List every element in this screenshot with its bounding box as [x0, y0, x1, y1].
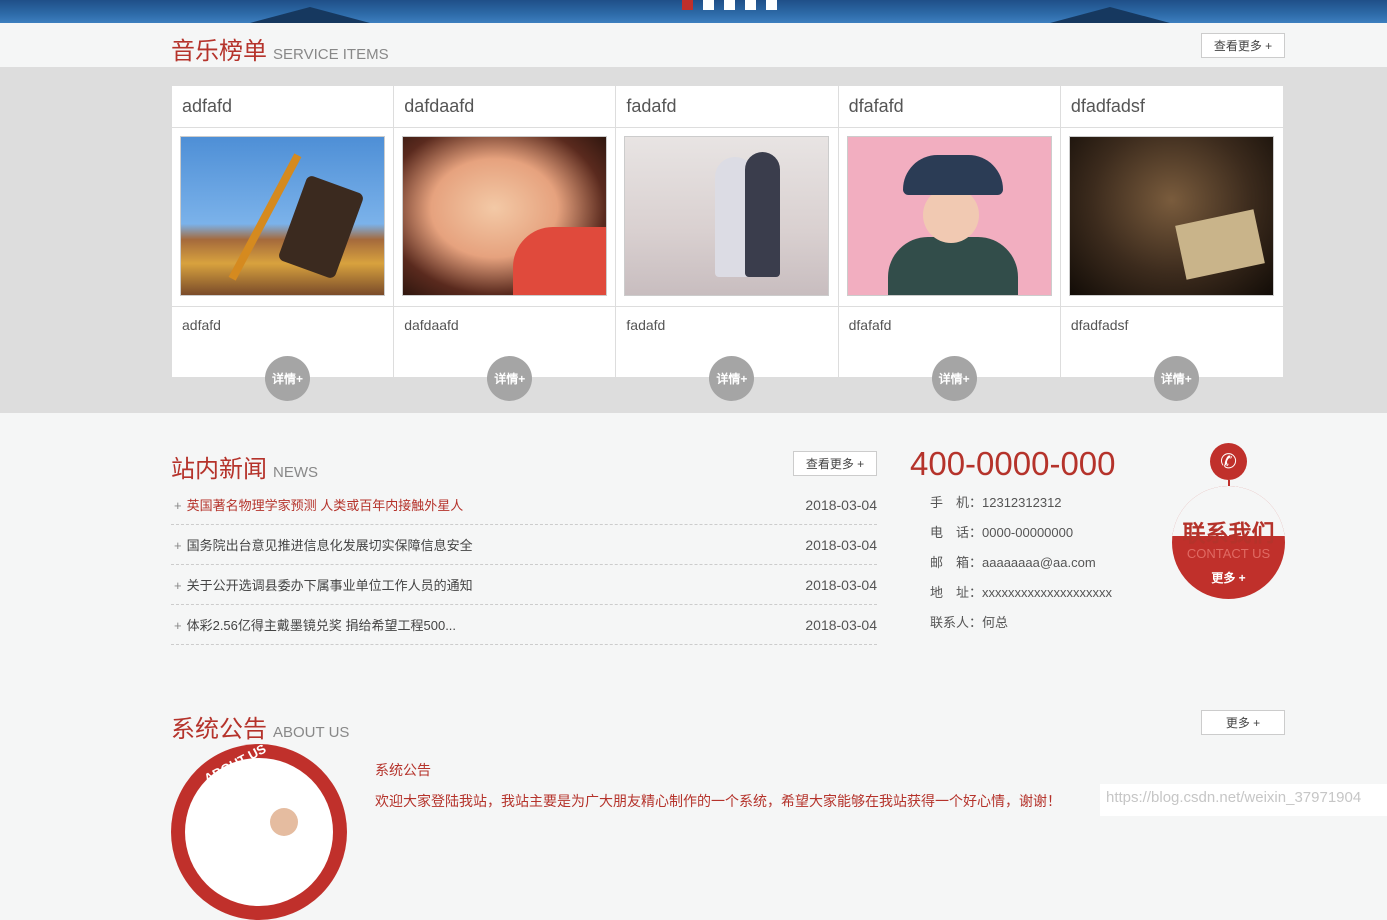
news-item[interactable]: + 体彩2.56亿得主戴墨镜兑奖 捐给希望工程500... 2018-03-04 — [171, 605, 877, 645]
slider-dot[interactable] — [724, 0, 735, 10]
news-item[interactable]: + 英国著名物理学家预测 人类或百年内接触外星人 2018-03-04 — [171, 485, 877, 525]
slider-dot[interactable] — [766, 0, 777, 10]
slider-dot[interactable] — [745, 0, 756, 10]
news-title: 站内新闻 — [171, 456, 267, 483]
music-card[interactable]: dfadfadsf dfadfadsf 详情+ — [1060, 86, 1284, 401]
contact-person: 联系人：何总 — [930, 615, 1009, 630]
divider — [838, 306, 1060, 307]
detail-button[interactable]: 详情+ — [931, 356, 977, 401]
music-card-title[interactable]: adfafd — [172, 86, 394, 128]
music-card-name[interactable]: dfafafd — [849, 317, 892, 333]
news-item[interactable]: + 国务院出台意见推进信息化发展切实保障信息安全 2018-03-04 — [171, 525, 877, 565]
music-subtitle: SERVICE ITEMS — [273, 46, 389, 63]
music-card-title[interactable]: dfafafd — [838, 86, 1060, 128]
detail-button[interactable]: 详情+ — [487, 356, 533, 401]
contact-address: 地 址：xxxxxxxxxxxxxxxxxxxx — [930, 585, 1113, 600]
news-date: 2018-03-04 — [805, 616, 877, 633]
contact-circle[interactable]: 联系我们 CONTACT US 更多 + — [1172, 486, 1285, 599]
contact-badge-title: 联系我们 — [1182, 520, 1275, 546]
music-card[interactable]: fadafd fadafd 详情+ — [616, 86, 839, 401]
contact-badge-subtitle: CONTACT US — [1186, 546, 1271, 561]
music-card-title[interactable]: fadafd — [616, 86, 838, 128]
banner-mountain — [1050, 7, 1170, 23]
about-heading: 系统公告 — [375, 762, 431, 778]
contact-email: 邮 箱：aaaaaaaa@aa.com — [930, 555, 1096, 570]
slider-dot[interactable] — [703, 0, 714, 10]
about-title: 系统公告 — [171, 716, 267, 743]
music-card[interactable]: adfafd adfafd 详情+ — [172, 86, 395, 401]
about-circle-image: ABOUT US — [171, 741, 347, 920]
slider-dot[interactable] — [682, 0, 693, 10]
phone-icon: ✆ — [1210, 443, 1247, 480]
detail-button[interactable]: 详情+ — [265, 356, 310, 401]
watermark: https://blog.csdn.net/weixin_37971904 — [1100, 784, 1387, 816]
contact-badge[interactable]: ✆ 联系我们 CONTACT US 更多 + — [1171, 442, 1286, 602]
contact-more-link[interactable]: 更多 + — [1172, 569, 1285, 586]
about-subtitle: ABOUT US — [273, 724, 350, 741]
slider-dots — [682, 0, 777, 10]
divider — [1060, 306, 1284, 307]
news-date: 2018-03-04 — [805, 496, 877, 513]
music-card-title[interactable]: dafdaafd — [394, 86, 616, 128]
news-section-header: 站内新闻 NEWS — [171, 449, 318, 484]
music-card-image[interactable] — [180, 136, 385, 296]
news-subtitle: NEWS — [273, 464, 318, 481]
plus-icon: + — [174, 618, 182, 633]
contact-tel: 电 话：0000-00000000 — [930, 525, 1074, 540]
divider — [172, 306, 394, 307]
news-date: 2018-03-04 — [805, 576, 877, 593]
news-link[interactable]: 关于公开选调县委办下属事业单位工作人员的通知 — [187, 578, 473, 593]
music-card-name[interactable]: adfafd — [182, 317, 221, 333]
hotline-number: 400-0000-000 — [910, 445, 1116, 482]
music-card-name[interactable]: dafdaafd — [404, 317, 459, 333]
music-card-image[interactable] — [624, 136, 830, 296]
news-link[interactable]: 体彩2.56亿得主戴墨镜兑奖 捐给希望工程500... — [187, 618, 456, 633]
news-date: 2018-03-04 — [805, 536, 877, 553]
news-more-button[interactable]: 查看更多 + — [793, 451, 877, 476]
banner-mountain — [250, 7, 370, 23]
divider — [616, 306, 838, 307]
music-card-image[interactable] — [846, 136, 1052, 296]
news-item[interactable]: + 关于公开选调县委办下属事业单位工作人员的通知 2018-03-04 — [171, 565, 877, 605]
about-text: 欢迎大家登陆我站，我站主要是为广大朋友精心制作的一个系统，希望大家能够在我站获得… — [375, 793, 1061, 809]
news-link[interactable]: 英国著名物理学家预测 人类或百年内接触外星人 — [187, 498, 464, 513]
music-more-button[interactable]: 查看更多 + — [1201, 33, 1285, 58]
music-card-name[interactable]: dfadfadsf — [1071, 317, 1129, 333]
divider — [394, 306, 616, 307]
plus-icon: + — [174, 578, 182, 593]
banner-strip — [0, 0, 1387, 23]
music-card-image[interactable] — [1068, 136, 1274, 296]
music-card-name[interactable]: fadafd — [626, 317, 665, 333]
music-section-header: 音乐榜单 SERVICE ITEMS — [171, 31, 389, 66]
plus-icon: + — [174, 498, 182, 513]
music-card-image[interactable] — [402, 136, 608, 296]
contact-mobile: 手 机：12312312312 — [930, 495, 1062, 510]
news-list: + 英国著名物理学家预测 人类或百年内接触外星人 2018-03-04 + 国务院出… — [171, 485, 877, 645]
detail-button[interactable]: 详情+ — [1153, 356, 1199, 401]
contact-list: 手 机：12312312312 电 话：0000-00000000 邮 箱：aa… — [930, 494, 1112, 644]
music-card-title[interactable]: dfadfadsf — [1060, 86, 1284, 128]
music-card[interactable]: dfafafd dfafafd 详情+ — [838, 86, 1061, 401]
about-more-button[interactable]: 更多 + — [1201, 710, 1285, 735]
music-card[interactable]: dafdaafd dafdaafd 详情+ — [394, 86, 617, 401]
about-section-header: 系统公告 ABOUT US — [171, 709, 349, 744]
music-title: 音乐榜单 — [171, 38, 267, 65]
person-icon — [270, 808, 298, 836]
plus-icon: + — [174, 538, 182, 553]
music-card-list: adfafd adfafd 详情+ dafdaafd dafdaafd 详情+ … — [171, 85, 1284, 401]
news-link[interactable]: 国务院出台意见推进信息化发展切实保障信息安全 — [187, 538, 473, 553]
